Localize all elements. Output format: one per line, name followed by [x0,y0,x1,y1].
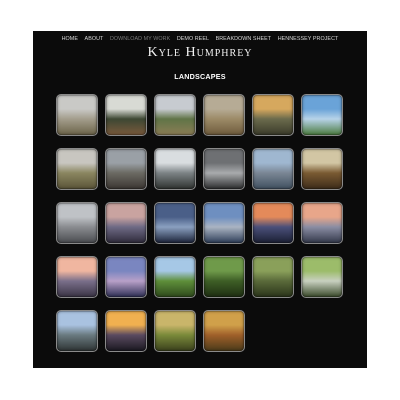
gallery-thumbnail-flatiron-building[interactable] [56,202,98,244]
gallery-thumbnail-city-skyline-day[interactable] [252,148,294,190]
gallery-thumbnail-blue-sky-wetland[interactable] [301,94,343,136]
gallery-thumbnail-lake-reflection[interactable] [154,148,196,190]
site-title[interactable]: Kyle Humphrey [33,45,367,61]
nav-download-my-work[interactable]: DOWNLOAD MY WORK [110,36,170,42]
gallery-thumbnail-fog-field[interactable] [203,94,245,136]
gallery-thumbnail-ferry-pier[interactable] [56,256,98,298]
gallery-thumbnail-forest-stream[interactable] [203,256,245,298]
gallery-thumbnail-rolling-hills[interactable] [154,94,196,136]
gallery-thumbnail-city-dusk[interactable] [252,202,294,244]
gallery-thumbnail-rocky-shore[interactable] [56,310,98,352]
gallery-thumbnail-waterfall-rocks[interactable] [301,256,343,298]
gallery-thumbnail-marsh-sunset[interactable] [252,94,294,136]
gallery-thumbnail-green-meadow[interactable] [154,256,196,298]
gallery-thumbnail-grass-plain[interactable] [56,148,98,190]
nav-hennessey-project[interactable]: HENNESSEY PROJECT [278,36,339,42]
section-title: LANDSCAPES [174,72,226,81]
gallery-thumbnail-bridge-lights[interactable] [105,310,147,352]
nav-about[interactable]: ABOUT [85,36,104,42]
top-nav: HOME ABOUT DOWNLOAD MY WORK DEMO REEL BR… [33,36,367,42]
gallery-thumbnail-bridge-sunset[interactable] [105,202,147,244]
gallery-thumbnail-blossom-tree[interactable] [56,94,98,136]
content-panel: HOME ABOUT DOWNLOAD MY WORK DEMO REEL BR… [33,31,367,368]
gallery-thumbnail-storm-lake[interactable] [203,148,245,190]
gallery-thumbnail-skyline-water[interactable] [301,202,343,244]
gallery-thumbnail-harbor-skyline[interactable] [203,202,245,244]
gallery-thumbnail-woods-brook[interactable] [252,256,294,298]
gallery-thumbnail-prairie-sunset[interactable] [154,310,196,352]
nav-demo-reel[interactable]: DEMO REEL [177,36,209,42]
gallery-thumbnail-autumn-path[interactable] [203,310,245,352]
nav-home[interactable]: HOME [62,36,78,42]
gallery-thumbnail-bridge-night[interactable] [154,202,196,244]
nav-breakdown-sheet[interactable]: BREAKDOWN SHEET [216,36,272,42]
gallery-thumbnail-cliff-person[interactable] [105,148,147,190]
gallery-thumbnail-boardwalk-trees[interactable] [105,94,147,136]
gallery-thumbnail-carousel-night[interactable] [105,256,147,298]
gallery-thumbnail-tree-row[interactable] [301,148,343,190]
